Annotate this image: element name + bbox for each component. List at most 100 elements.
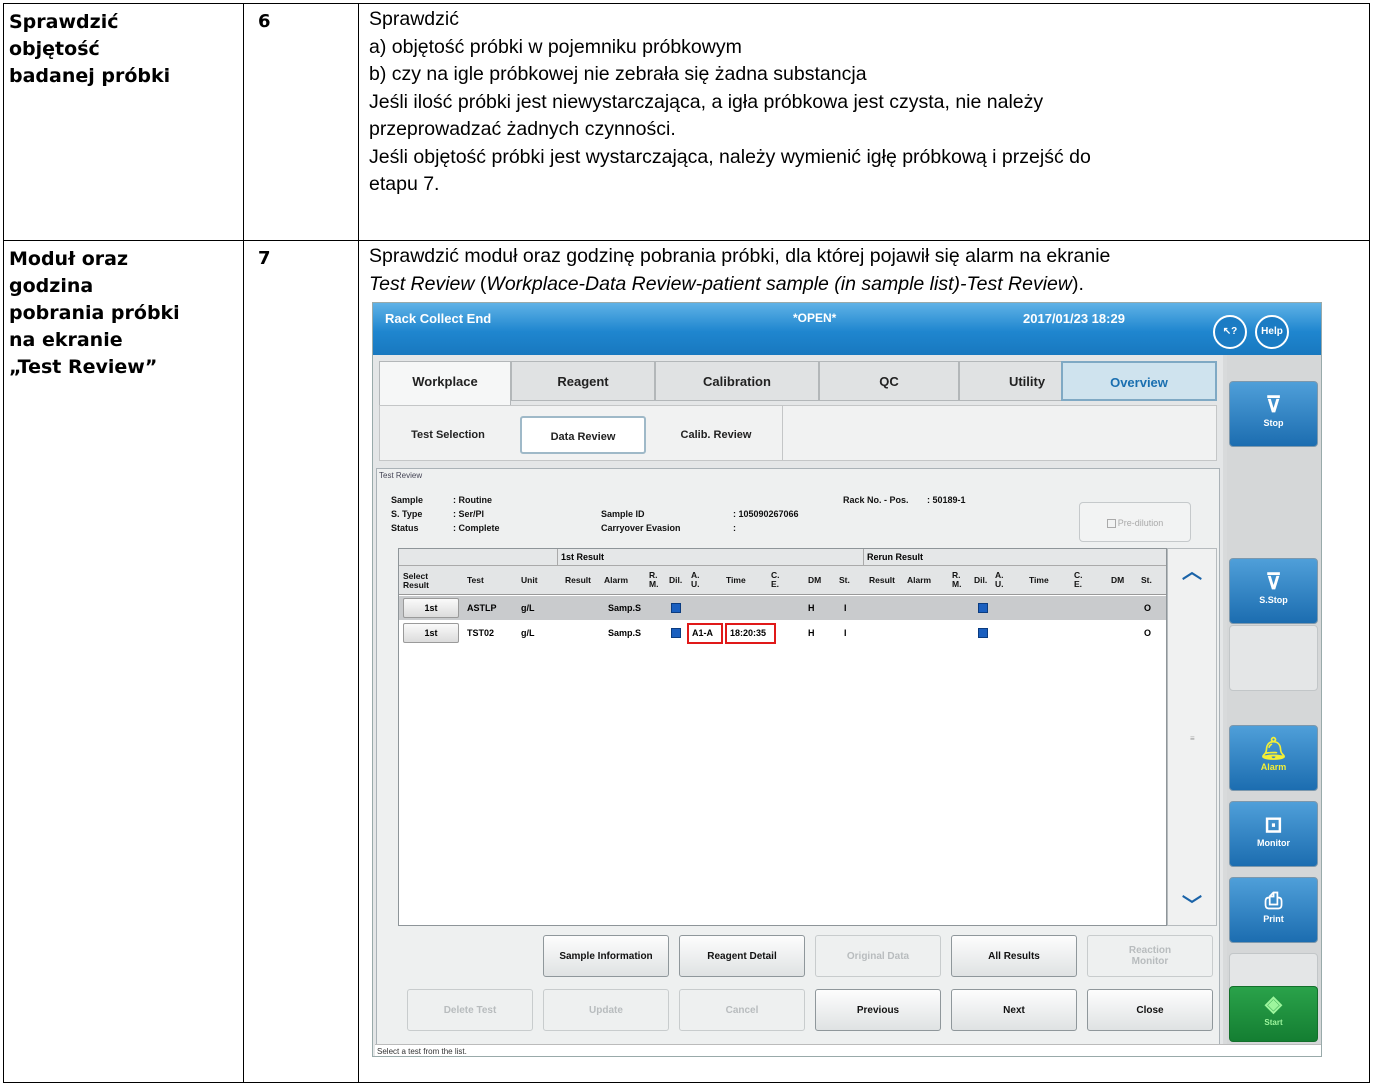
status-message: Select a test from the list. — [375, 1044, 1321, 1056]
tab-overview[interactable]: Overview — [1061, 361, 1217, 401]
print-button[interactable]: ⎙ Print — [1229, 877, 1318, 943]
results-grid: 1st Result Rerun Result Select Result Te… — [398, 548, 1167, 926]
col-dm: DM — [808, 575, 822, 585]
scroll-down-icon[interactable]: ﹀ — [1182, 889, 1202, 918]
col-au: A. U. — [691, 570, 700, 589]
dm: H — [808, 603, 815, 613]
print-icon: ⎙ — [1264, 888, 1283, 913]
test-name: ASTLP — [467, 603, 497, 613]
col-rerun-result: Result — [869, 575, 895, 585]
col-rerun-dil: Dil. — [974, 575, 988, 585]
col-rm: R. M. — [649, 570, 659, 589]
subtab-divider — [782, 406, 783, 460]
grid-scrollbar[interactable]: ︿ ≡ ﹀ — [1167, 548, 1217, 926]
status-value: : Complete — [453, 523, 500, 533]
context-help-button[interactable]: ↖? — [1213, 315, 1247, 349]
col-rerun-st: St. — [1141, 575, 1152, 585]
alarm-button[interactable]: 🔔︎ Alarm — [1229, 725, 1318, 791]
delete-test-button[interactable]: Delete Test — [407, 989, 533, 1031]
scroll-thumb[interactable]: ≡ — [1190, 734, 1195, 743]
datetime: 2017/01/23 18:29 — [1023, 311, 1125, 326]
subtab-calib-review[interactable]: Calib. Review — [656, 416, 776, 454]
stop-label: Stop — [1263, 418, 1284, 428]
col-rerun-au: A. U. — [995, 570, 1004, 589]
sample-information-button[interactable]: Sample Information — [543, 935, 669, 977]
stype-value: : Ser/Pl — [453, 509, 485, 519]
window-title: Rack Collect End — [385, 311, 492, 326]
start-icon: ◈ — [1265, 991, 1282, 1016]
start-label: Start — [1264, 1018, 1283, 1027]
status: I — [844, 628, 847, 638]
start-button[interactable]: ◈ Start — [1229, 986, 1318, 1042]
rerun-dilution-indicator — [978, 603, 988, 613]
rack-value: : 50189-1 — [927, 495, 966, 505]
tab-calibration[interactable]: Calibration — [655, 361, 819, 401]
empty-slot — [1229, 625, 1318, 691]
carryover-label: Carryover Evasion — [601, 523, 681, 533]
col-rerun-dm: DM — [1111, 575, 1125, 585]
col-result: Result — [565, 575, 591, 585]
original-data-button[interactable]: Original Data — [815, 935, 941, 977]
select-result-button[interactable]: 1st — [403, 598, 459, 618]
tab-reagent[interactable]: Reagent — [511, 361, 655, 401]
monitor-icon: ⊡ — [1264, 812, 1283, 837]
reaction-monitor-button[interactable]: Reaction Monitor — [1087, 935, 1213, 977]
status-label: Status — [391, 523, 419, 533]
pre-dilution-checkbox[interactable]: Pre-dilution — [1079, 502, 1191, 542]
test-name: TST02 — [467, 628, 495, 638]
col-alarm: Alarm — [604, 575, 629, 585]
rerun-status: O — [1144, 603, 1152, 613]
subtab-data-review[interactable]: Data Review — [520, 416, 646, 454]
next-button[interactable]: Next — [951, 989, 1077, 1031]
cancel-button[interactable]: Cancel — [679, 989, 805, 1031]
group-head-first: 1st Result — [557, 549, 863, 566]
table-row[interactable]: 1st ASTLP g/L Samp.S H I O — [399, 596, 1166, 620]
tab-workplace[interactable]: Workplace — [379, 361, 511, 405]
subtab-test-selection[interactable]: Test Selection — [388, 416, 508, 454]
table-row[interactable]: 1st TST02 g/L Samp.S A1-A 18:20:35 H I O — [399, 621, 1166, 645]
dm: H — [808, 628, 815, 638]
stop-button[interactable]: ⊽ Stop — [1229, 381, 1318, 447]
col-st: St. — [839, 575, 850, 585]
sample-value: : Routine — [453, 495, 492, 505]
unit: g/L — [521, 628, 535, 638]
previous-button[interactable]: Previous — [815, 989, 941, 1031]
mode-indicator: *OPEN* — [793, 311, 837, 325]
column-headers: Select Result Test Unit Result Alarm R. … — [399, 566, 1166, 595]
col-test: Test — [467, 575, 484, 585]
test-review-screenshot: Rack Collect End *OPEN* 2017/01/23 18:29… — [372, 302, 1322, 1057]
alarm-label: Alarm — [1260, 762, 1287, 772]
main-panel: Workplace Reagent Calibration QC Utility… — [373, 355, 1223, 1056]
sampling-stop-button[interactable]: ⊽ S.Stop — [1229, 558, 1318, 624]
monitor-button[interactable]: ⊡ Monitor — [1229, 801, 1318, 867]
scroll-up-icon[interactable]: ︿ — [1182, 555, 1202, 584]
update-button[interactable]: Update — [543, 989, 669, 1031]
tab-qc[interactable]: QC — [819, 361, 959, 401]
help-button[interactable]: Help — [1255, 315, 1289, 349]
main-tabs: Workplace Reagent Calibration QC Utility… — [379, 361, 1217, 405]
sample-id-label: Sample ID — [601, 509, 645, 519]
bell-icon: 🔔︎ — [1259, 736, 1288, 761]
panel-title: Test Review — [379, 471, 423, 480]
checkbox-icon — [1106, 519, 1116, 529]
step-instructions: Sprawdzić a) objętość próbki w pojemniku… — [358, 3, 1370, 241]
carryover-value: : — [733, 523, 736, 533]
status: I — [844, 603, 847, 613]
dilution-indicator — [671, 628, 681, 638]
col-rerun-time: Time — [1029, 575, 1049, 585]
reagent-detail-button[interactable]: Reagent Detail — [679, 935, 805, 977]
pre-dilution-label: Pre-dilution — [1117, 518, 1164, 528]
step-number: 6 — [243, 3, 359, 241]
side-toolbar: ⊽ Stop ⊽ S.Stop 🔔︎ Alarm ⊡ Monitor ⎙ Print — [1227, 355, 1321, 1044]
col-rerun-alarm: Alarm — [907, 575, 932, 585]
alarm: Samp.S — [608, 603, 642, 613]
col-select: Select Result — [403, 571, 429, 590]
col-unit: Unit — [521, 575, 538, 585]
select-result-button[interactable]: 1st — [403, 623, 459, 643]
all-results-button[interactable]: All Results — [951, 935, 1077, 977]
sampling-stop-label: S.Stop — [1259, 595, 1288, 605]
close-button[interactable]: Close — [1087, 989, 1213, 1031]
sampling-time-highlight: 18:20:35 — [725, 623, 776, 644]
row-heading-volume: Sprawdzić objętość badanej próbki — [3, 3, 244, 241]
analysis-unit-highlight: A1-A — [687, 623, 723, 644]
